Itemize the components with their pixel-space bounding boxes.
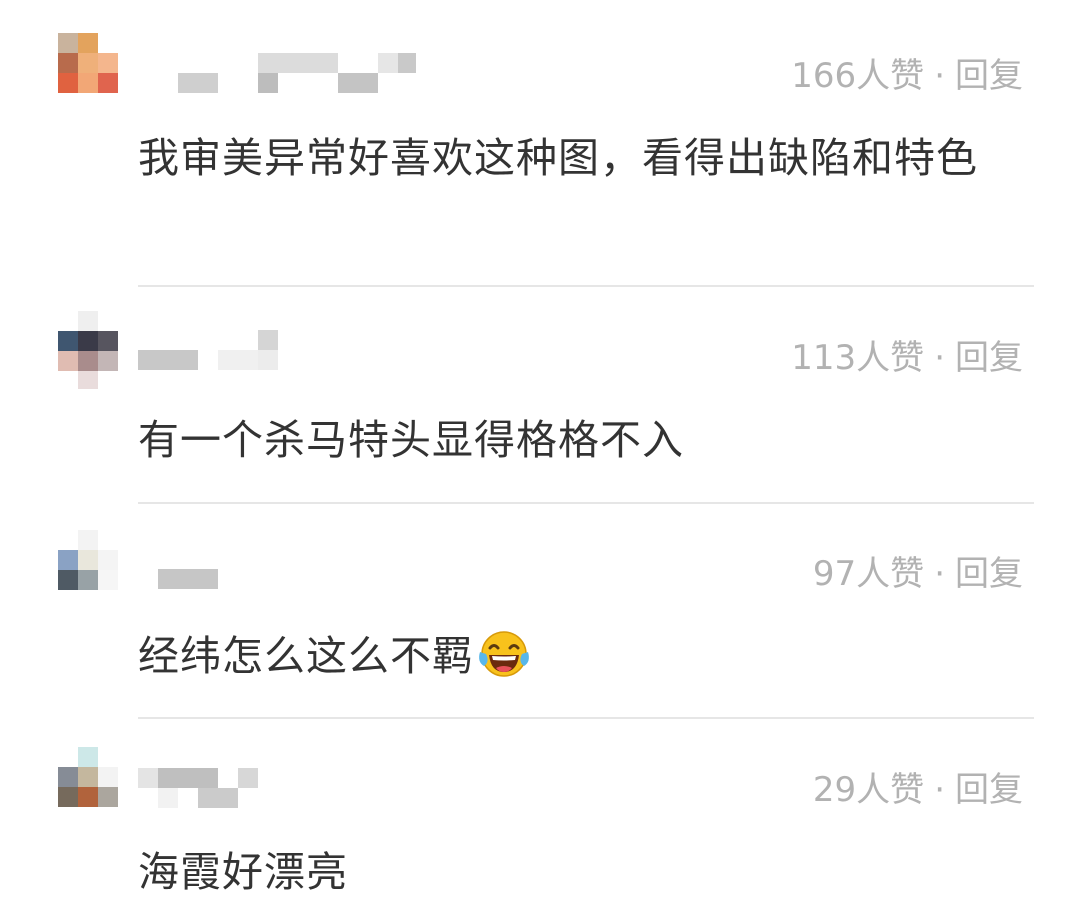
comment-text-content: 经纬怎么这么不羁	[138, 632, 474, 680]
avatar[interactable]	[58, 311, 118, 389]
comment-text: 有一个杀马特头显得格格不入	[138, 416, 684, 464]
comment-text: 海霞好漂亮	[138, 848, 348, 896]
like-count[interactable]: 166人赞	[791, 56, 924, 96]
like-count[interactable]: 29人赞	[813, 770, 924, 810]
meta-separator: ·	[934, 338, 945, 378]
comment-meta: 166人赞 · 回复	[791, 48, 1023, 97]
reply-button[interactable]: 回复	[955, 770, 1023, 810]
reply-button[interactable]: 回复	[955, 554, 1023, 594]
divider	[138, 502, 1034, 504]
meta-separator: ·	[934, 554, 945, 594]
reply-button[interactable]: 回复	[955, 56, 1023, 96]
avatar[interactable]	[58, 33, 118, 93]
divider	[138, 285, 1034, 287]
avatar[interactable]	[58, 747, 118, 807]
divider	[138, 717, 1034, 719]
comment-text: 我审美异常好喜欢这种图，看得出缺陷和特色	[138, 134, 978, 182]
like-count[interactable]: 97人赞	[813, 554, 924, 594]
reply-button[interactable]: 回复	[955, 338, 1023, 378]
meta-separator: ·	[934, 56, 945, 96]
username-blurred[interactable]	[138, 40, 438, 100]
username-blurred[interactable]	[138, 310, 438, 370]
laughing-with-tears-emoji	[476, 628, 532, 696]
comment-meta: 113人赞 · 回复	[791, 330, 1023, 379]
comment-text: 经纬怎么这么不羁	[138, 624, 1038, 696]
like-count[interactable]: 113人赞	[791, 338, 924, 378]
username-blurred[interactable]	[138, 748, 438, 808]
avatar[interactable]	[58, 530, 118, 590]
comment-meta: 97人赞 · 回复	[813, 546, 1023, 595]
meta-separator: ·	[934, 770, 945, 810]
comment-meta: 29人赞 · 回复	[813, 762, 1023, 811]
laughing-with-tears-icon	[479, 631, 529, 677]
username-blurred[interactable]	[138, 529, 438, 589]
